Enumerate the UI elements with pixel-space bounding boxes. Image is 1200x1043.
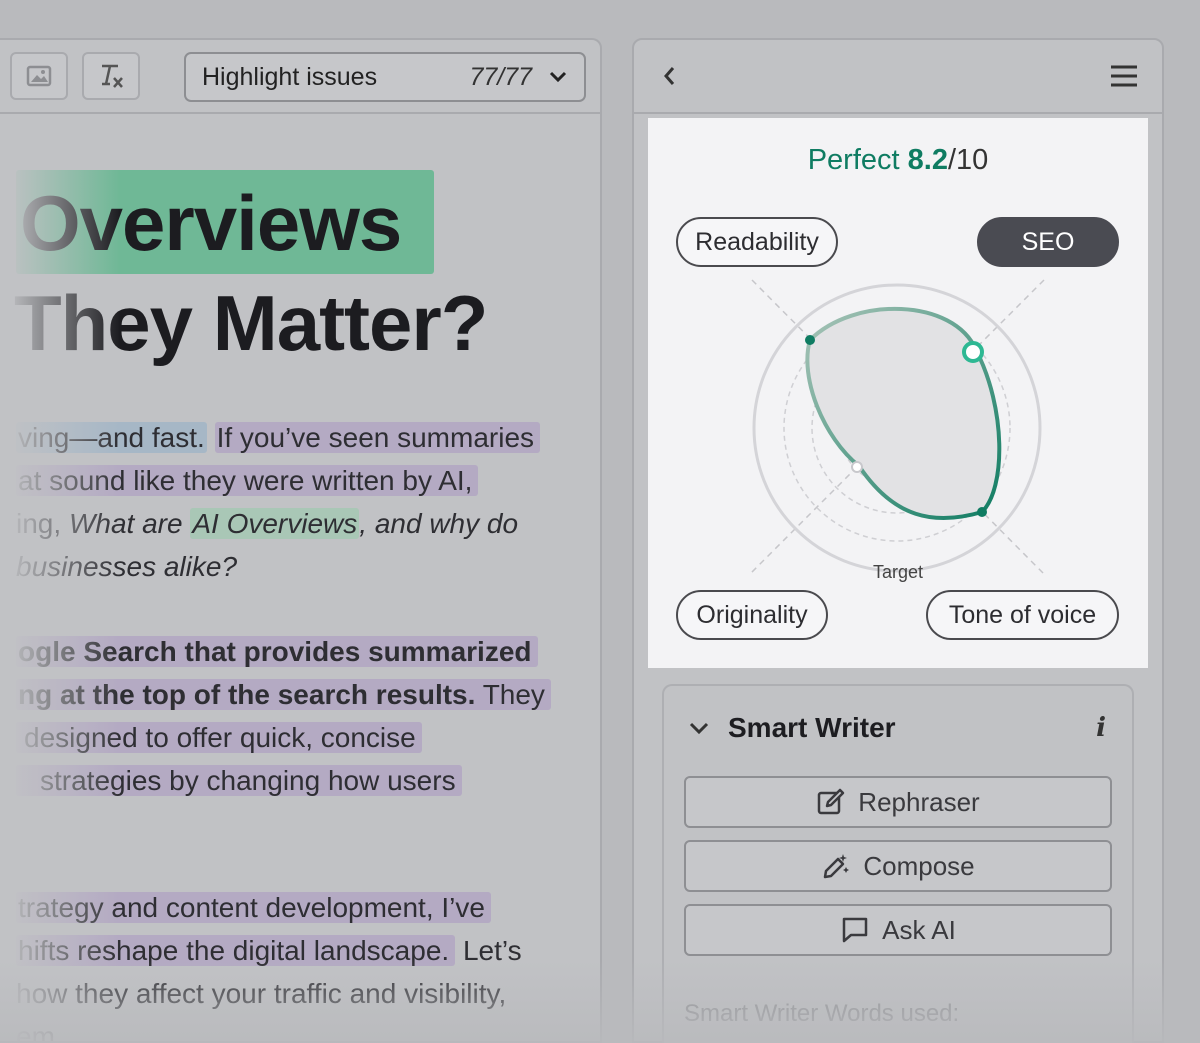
sidebar-header [634,40,1162,114]
tone-of-voice-button[interactable]: Tone of voice [926,590,1119,640]
heading-line-1: Overviews [16,170,434,274]
score-radar-chart [749,279,1045,575]
insert-image-button[interactable] [10,52,68,100]
paragraph-line: at sound like they were written by AI, [16,463,479,499]
readability-point [805,335,815,345]
paragraph-line: ng at the top of the search results. The… [16,677,551,713]
paragraph-line: strategies by changing how users [16,763,462,799]
paragraph-line: ing, What are AI Overviews, and why do [16,508,519,539]
paragraph-line: em. [16,1021,63,1043]
menu-icon[interactable] [1108,62,1140,90]
seo-point [962,341,984,363]
paragraph-line: trategy and content development, I’ve [16,890,491,926]
paragraph-line: designed to offer quick, concise [16,720,422,756]
seo-button[interactable]: SEO [977,217,1119,267]
paragraph-line: businesses alike? [16,551,238,582]
clear-formatting-button[interactable] [82,52,140,100]
smart-writer-title: Smart Writer [728,712,896,743]
rephraser-button[interactable]: Rephraser [684,776,1112,828]
content-score-card: Perfect 8.2/10 Readability SEO Originali… [648,118,1148,668]
magic-pen-icon [824,854,850,879]
editor-toolbar: Highlight issues 77/77 [0,40,600,114]
heading-line-2: They Matter? [14,279,488,367]
smart-writer-header[interactable]: Smart Writer i [664,708,1132,748]
ask-ai-label: Ask AI [882,914,956,945]
paragraph-line: ving—and fast. If you’ve seen summaries [16,420,541,456]
chat-icon [842,917,868,943]
chevron-left-icon[interactable] [656,62,684,90]
chevron-down-icon[interactable] [688,717,710,739]
originality-point [851,461,863,473]
highlight-issues-label: Highlight issues [202,62,378,91]
smart-writer-section: Smart Writer i Rephraser Compose Ask AI … [662,684,1134,1043]
chevron-down-icon [549,71,567,83]
originality-button[interactable]: Originality [676,590,828,640]
paragraph-line: how they affect your traffic and visibil… [16,978,507,1009]
paragraph-line: hifts reshape the digital landscape. Let… [16,935,522,966]
compose-button[interactable]: Compose [684,840,1112,892]
image-icon [26,65,52,87]
issues-count: 77/77 [469,62,532,91]
paragraph-line: ogle Search that provides summarized [16,634,538,670]
tone-point [977,507,987,517]
edit-icon [818,788,845,815]
compose-label: Compose [863,850,975,881]
readability-button[interactable]: Readability [676,217,838,267]
document-body[interactable]: Overviews They Matter? ving—and fast. If… [0,114,600,1043]
target-label: Target [872,562,924,582]
overall-score: Perfect 8.2/10 [807,144,989,176]
words-used-label: Smart Writer Words used: [684,1000,960,1027]
ask-ai-button[interactable]: Ask AI [684,904,1112,956]
highlight-issues-select[interactable]: Highlight issues 77/77 [184,52,586,102]
clear-format-icon [102,64,123,88]
info-icon[interactable]: i [1096,713,1106,743]
rephraser-label: Rephraser [858,786,980,817]
editor-panel: Highlight issues 77/77 Overviews They Ma… [0,38,602,1043]
